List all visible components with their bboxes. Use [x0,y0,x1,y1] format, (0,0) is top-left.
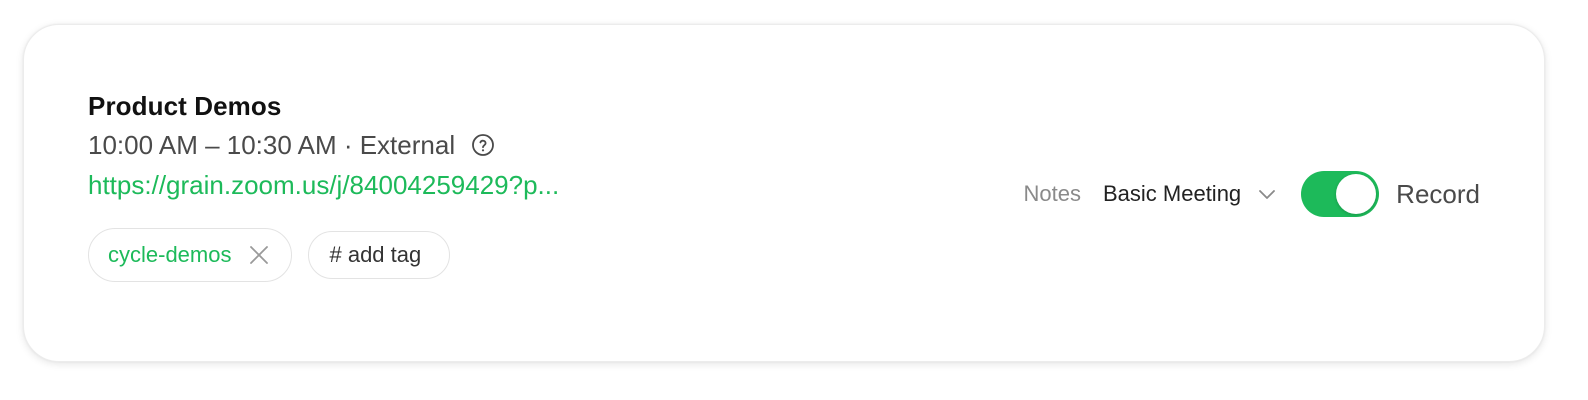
meeting-title: Product Demos [88,91,282,121]
close-icon[interactable] [247,243,271,267]
add-tag-button[interactable]: # add tag [308,231,451,279]
notes-label: Notes [1023,181,1081,206]
meeting-link[interactable]: https://grain.zoom.us/j/84004259429?p... [88,167,559,203]
tag-list: cycle-demos # add tag [88,228,559,282]
meeting-card: Product Demos 10:00 AM – 10:30 AM · Exte… [23,24,1545,362]
notes-template-value: Basic Meeting [1102,181,1242,206]
notes-template-select[interactable]: Basic Meeting [1103,181,1277,207]
meeting-time-row: 10:00 AM – 10:30 AM · External [88,128,559,162]
tag-chip: cycle-demos [88,228,293,282]
help-circle-icon[interactable] [471,133,495,157]
meeting-time: 10:00 AM – 10:30 AM · External [88,130,456,160]
tag-label[interactable]: cycle-demos [108,242,231,268]
meeting-controls: Notes Basic Meeting Record [1023,170,1480,218]
record-toggle[interactable] [1301,171,1380,217]
record-label: Record [1396,178,1480,209]
chevron-down-icon [1257,184,1277,204]
toggle-knob [1336,174,1377,214]
meeting-info: Product Demos 10:00 AM – 10:30 AM · Exte… [88,89,559,282]
